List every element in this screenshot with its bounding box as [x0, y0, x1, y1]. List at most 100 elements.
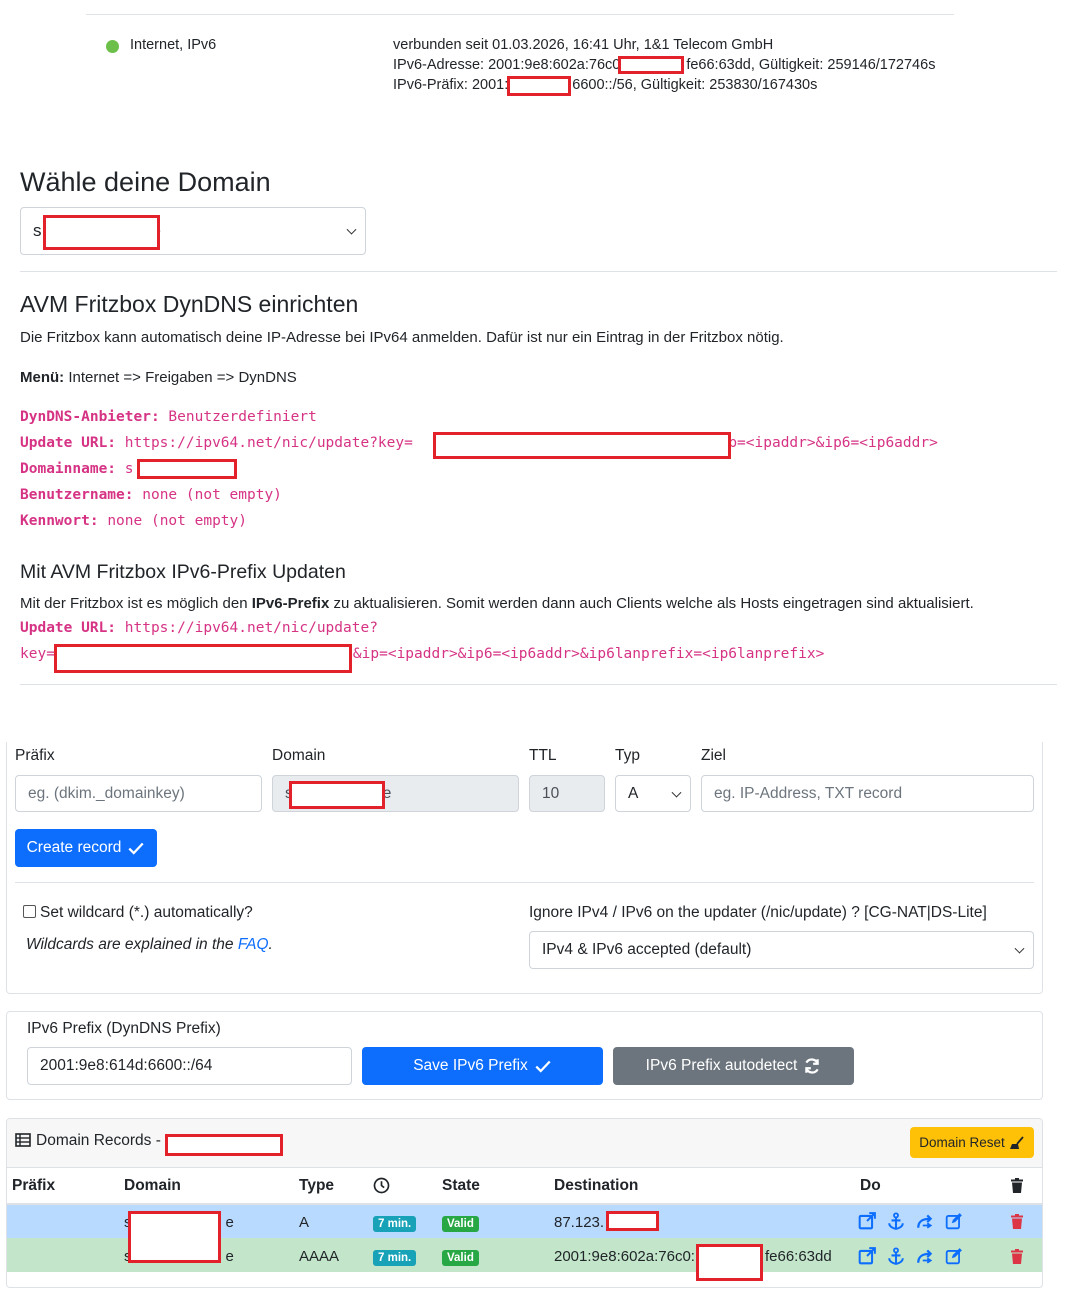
type-select[interactable]: A	[615, 775, 691, 812]
redaction-box	[137, 459, 237, 479]
ipv6-prefix-start: IPv6-Präfix: 2001:	[393, 77, 509, 93]
ignore-select[interactable]: IPv4 & IPv6 accepted (default)	[529, 931, 1034, 969]
wildcard-note-period: .	[268, 936, 273, 953]
ignore-label: Ignore IPv4 / IPv6 on the updater (/nic/…	[529, 904, 987, 921]
row-ttl-badge: 7 min.	[373, 1214, 417, 1232]
desc-part: zu aktualisieren. Somit werden dann auch…	[329, 595, 974, 612]
external-link-icon[interactable]	[858, 1212, 876, 1230]
table-icon	[15, 1133, 31, 1147]
connection-label: Internet, IPv6	[130, 37, 217, 53]
ttl-label: TTL	[529, 747, 557, 764]
wildcard-label: Set wildcard (*.) automatically?	[40, 904, 253, 921]
password-line: Kennwort: none (not empty)	[20, 513, 247, 529]
autodetect-label: IPv6 Prefix autodetect	[645, 1057, 798, 1074]
refresh-icon	[805, 1058, 820, 1074]
redaction-box	[289, 781, 385, 809]
prefix-update-heading: Mit AVM Fritzbox IPv6-Prefix Updaten	[20, 561, 346, 583]
faq-link[interactable]: FAQ	[238, 936, 269, 953]
redaction-box	[433, 432, 731, 459]
connection-since: verbunden seit 01.03.2026, 16:41 Uhr, 1&…	[393, 37, 774, 53]
edit-icon[interactable]	[945, 1247, 963, 1265]
redaction-box	[618, 56, 684, 74]
target-label: Ziel	[701, 747, 726, 764]
ipv6-address-end: fe66:63dd, Gültigkeit: 259146/172746s	[686, 57, 936, 73]
edit-icon[interactable]	[945, 1212, 963, 1230]
connection-status-dot	[106, 40, 119, 53]
domain-heading: Wähle deine Domain	[20, 167, 271, 197]
row-type: A	[299, 1214, 310, 1231]
provider-value: Benutzerdefiniert	[168, 409, 317, 425]
section-divider	[20, 271, 1057, 272]
menu-label: Menü:	[20, 369, 65, 386]
row-destination: 87.123.	[554, 1214, 605, 1231]
domain-reset-button[interactable]: Domain Reset	[910, 1127, 1034, 1158]
row-state-badge: Valid	[442, 1214, 479, 1232]
broom-icon	[1009, 1135, 1024, 1149]
row-domain-end: e	[225, 1248, 234, 1265]
ipv6-prefix-input[interactable]: 2001:9e8:614d:6600::/64	[27, 1047, 352, 1085]
provider-line: DynDNS-Anbieter: Benutzerdefiniert	[20, 409, 317, 425]
row-ttl-badge: 7 min.	[373, 1248, 417, 1266]
ipv6-prefix-autodetect-button[interactable]: IPv6 Prefix autodetect	[613, 1047, 854, 1085]
fritzbox-menu: Menü: Internet => Freigaben => DynDNS	[20, 369, 297, 386]
redirect-icon[interactable]	[916, 1247, 934, 1265]
provider-label: DynDNS-Anbieter:	[20, 409, 160, 425]
domainname-label: Domainname:	[20, 461, 117, 477]
prefix-update-url-label: Update URL:	[20, 620, 117, 636]
delete-icon[interactable]	[1009, 1248, 1025, 1265]
state-badge-text: Valid	[442, 1216, 479, 1232]
redaction-box	[696, 1244, 763, 1281]
check-icon	[535, 1060, 551, 1073]
th-do: Do	[860, 1177, 881, 1194]
records-header	[7, 1119, 1042, 1168]
connection-ipv6-prefix: IPv6-Präfix: 2001: 6600::/56, Gültigkeit:…	[393, 77, 817, 93]
external-link-icon[interactable]	[858, 1247, 876, 1265]
form-divider	[15, 882, 1034, 883]
save-ipv6-prefix-button[interactable]: Save IPv6 Prefix	[362, 1047, 603, 1085]
prefix-input[interactable]: eg. (dkim._domainkey)	[15, 775, 262, 812]
prefix-update-key-start: key=	[20, 646, 55, 662]
row-destination-end: fe66:63dd	[764, 1248, 832, 1265]
prefix-label: Präfix	[15, 747, 55, 764]
clock-icon	[373, 1177, 390, 1194]
check-icon	[128, 842, 144, 855]
records-title: Domain Records -	[36, 1132, 161, 1149]
th-domain: Domain	[124, 1177, 181, 1194]
menu-path: Internet => Freigaben => DynDNS	[68, 369, 297, 386]
th-prefix: Präfix	[12, 1177, 56, 1194]
fritzbox-heading: AVM Fritzbox DynDNS einrichten	[20, 291, 359, 317]
prefix-update-description: Mit der Fritzbox ist es möglich den IPv6…	[20, 595, 974, 612]
trash-header-icon	[1011, 1178, 1023, 1193]
wildcard-checkbox[interactable]	[23, 905, 36, 918]
save-ipv6-prefix-label: Save IPv6 Prefix	[413, 1057, 528, 1074]
row-state-badge: Valid	[442, 1248, 479, 1266]
update-url-label: Update URL:	[20, 435, 117, 451]
anchor-icon[interactable]	[887, 1212, 905, 1230]
update-url-end: &ip=<ipaddr>&ip6=<ip6addr>	[710, 435, 938, 451]
anchor-icon[interactable]	[887, 1247, 905, 1265]
prefix-update-key-end: &ip=<ipaddr>&ip6=<ip6addr>&ip6lanprefix=…	[352, 646, 825, 662]
domainname-start: s	[124, 461, 134, 477]
redirect-icon[interactable]	[916, 1212, 934, 1230]
password-label: Kennwort:	[20, 513, 99, 529]
domain-reset-label: Domain Reset	[919, 1135, 1005, 1150]
username-line: Benutzername: none (not empty)	[20, 487, 282, 503]
ttl-badge-text: 7 min.	[373, 1216, 417, 1232]
th-type: Type	[299, 1177, 335, 1194]
create-record-button[interactable]: Create record	[15, 829, 157, 867]
redaction-box	[507, 76, 571, 96]
ipv6-address-start: IPv6-Adresse: 2001:9e8:602a:76c0	[393, 57, 621, 73]
create-record-label: Create record	[26, 839, 122, 856]
redaction-box	[128, 1211, 221, 1263]
fritzbox-description: Die Fritzbox kann automatisch deine IP-A…	[20, 329, 784, 346]
wildcard-note: Wildcards are explained in the FAQ.	[26, 936, 273, 954]
state-badge-text: Valid	[442, 1250, 479, 1266]
row-domain-end: e	[225, 1214, 234, 1231]
target-input[interactable]: eg. IP-Address, TXT record	[701, 775, 1034, 812]
type-select-value: A	[628, 784, 639, 802]
delete-icon[interactable]	[1009, 1213, 1025, 1230]
update-url-start: https://ipv64.net/nic/update?key=	[124, 435, 413, 451]
row-type: AAAA	[299, 1248, 340, 1265]
th-destination: Destination	[554, 1177, 639, 1194]
type-label: Typ	[615, 747, 640, 764]
